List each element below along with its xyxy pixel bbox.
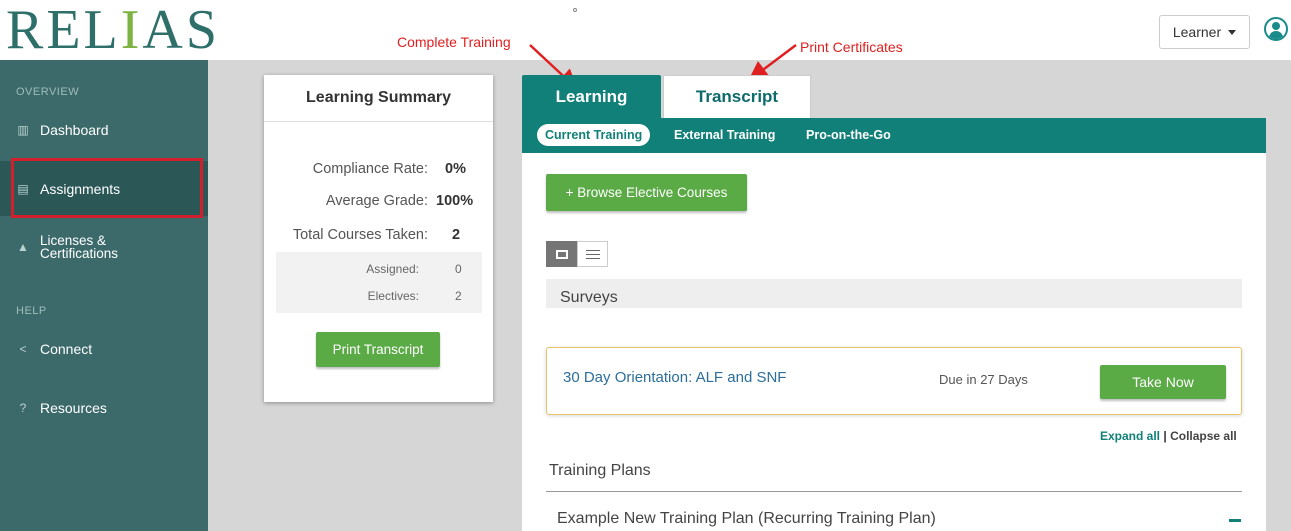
collapse-minus-icon[interactable]: [1229, 519, 1241, 522]
question-icon: ?: [19, 401, 27, 415]
total-courses-row: Total Courses Taken: 2: [292, 227, 461, 243]
sidebar-heading-overview: OVERVIEW: [16, 86, 80, 98]
separator: |: [1163, 429, 1167, 443]
sidebar-item-licenses[interactable]: ▲ Licenses & Certifications: [0, 232, 208, 262]
print-transcript-button[interactable]: Print Transcript: [316, 332, 440, 367]
sidebar-heading-help: HELP: [16, 305, 47, 317]
take-now-button[interactable]: Take Now: [1100, 365, 1226, 399]
tab-learning[interactable]: Learning: [522, 75, 661, 118]
training-plan-item[interactable]: Example New Training Plan (Recurring Tra…: [557, 510, 936, 528]
learning-summary-card: Learning Summary Compliance Rate: 0% Ave…: [264, 75, 493, 402]
training-subnav: Current Training External Training Pro-o…: [522, 118, 1266, 153]
compliance-rate-row: Compliance Rate: 0%: [312, 161, 466, 177]
graduation-cap-icon: ▲: [17, 239, 29, 254]
assignments-highlight-box: [11, 158, 203, 218]
summary-title: Learning Summary: [264, 75, 493, 122]
subnav-pro-on-the-go[interactable]: Pro-on-the-Go: [806, 124, 891, 146]
surveys-heading: Surveys: [546, 279, 1242, 308]
sidebar-item-resources[interactable]: ? Resources: [0, 398, 208, 418]
view-toggle: [546, 241, 608, 267]
subnav-current-training[interactable]: Current Training: [537, 124, 651, 146]
electives-row: Electives: 2: [276, 279, 482, 313]
divider: [546, 491, 1242, 492]
share-icon: <: [19, 342, 27, 356]
sidebar-item-connect[interactable]: < Connect: [0, 339, 208, 359]
sidebar-item-dashboard[interactable]: ▥ Dashboard: [0, 120, 208, 140]
average-grade-row: Average Grade: 100%: [325, 193, 474, 209]
survey-card: 30 Day Orientation: ALF and SNF Due in 2…: [546, 347, 1242, 415]
collapse-all-link[interactable]: Collapse all: [1170, 429, 1237, 443]
browse-elective-courses-button[interactable]: + Browse Elective Courses: [546, 174, 747, 211]
sidebar: OVERVIEW ▥ Dashboard ▤ Assignments ▲ Lic…: [0, 60, 208, 531]
expand-all-link[interactable]: Expand all: [1100, 429, 1160, 443]
arrow-print-certificates: [748, 44, 797, 81]
card-view-icon[interactable]: [546, 241, 577, 267]
list-view-icon[interactable]: [577, 241, 608, 267]
survey-due-date: Due in 27 Days: [939, 372, 1028, 387]
survey-title-link[interactable]: 30 Day Orientation: ALF and SNF: [563, 369, 786, 386]
bar-chart-icon: ▥: [17, 123, 29, 137]
subnav-external-training[interactable]: External Training: [674, 124, 775, 146]
training-plans-heading: Training Plans: [549, 462, 651, 479]
tab-transcript[interactable]: Transcript: [663, 75, 811, 118]
expand-collapse-controls: Expand all | Collapse all: [1100, 429, 1237, 443]
